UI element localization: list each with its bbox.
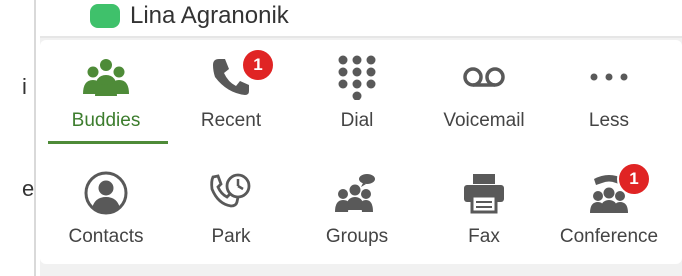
conference-count-badge: 1 xyxy=(617,162,651,196)
tab-label: Contacts xyxy=(68,226,144,247)
tab-park[interactable]: Park xyxy=(171,156,291,262)
tab-label: Fax xyxy=(468,226,500,247)
groups-icon xyxy=(332,170,382,216)
left-pane-edge: i e xyxy=(0,0,40,276)
tab-groups[interactable]: Groups xyxy=(297,156,417,262)
clipped-text-fragment: i xyxy=(22,74,27,99)
tab-label: Groups xyxy=(325,226,389,247)
presence-available-icon xyxy=(90,4,120,28)
voicemail-icon xyxy=(459,54,509,100)
tab-dial[interactable]: Dial xyxy=(297,40,417,146)
tab-fax[interactable]: Fax xyxy=(424,156,544,262)
panel-footer xyxy=(40,266,682,276)
park-icon xyxy=(206,170,256,216)
tab-label: Buddies xyxy=(71,110,141,131)
clipped-text-fragment: e xyxy=(22,176,35,201)
tab-label: Park xyxy=(211,226,251,247)
tab-voicemail[interactable]: Voicemail xyxy=(424,40,544,146)
buddies-icon xyxy=(81,54,131,100)
tab-grid: Buddies 1 Recent Dial Voicemail Less Con… xyxy=(40,40,682,264)
tab-recent[interactable]: 1 Recent xyxy=(171,40,291,146)
app-window: i e Lina Agranonik Buddies 1 Recent Dial… xyxy=(0,0,682,276)
tab-contacts[interactable]: Contacts xyxy=(46,156,166,262)
dialpad-icon xyxy=(332,54,382,100)
tab-label: Voicemail xyxy=(443,110,525,131)
contact-name: Lina Agranonik xyxy=(130,2,289,29)
phone-panel: Lina Agranonik Buddies 1 Recent Dial Voi… xyxy=(40,0,682,276)
fax-icon xyxy=(459,170,509,216)
contact-list-item[interactable]: Lina Agranonik xyxy=(40,0,682,38)
tab-label: Dial xyxy=(340,110,374,131)
more-dots-icon xyxy=(584,54,634,100)
tab-label: Less xyxy=(588,110,630,131)
tab-conference[interactable]: 1 Conference xyxy=(549,156,669,262)
tab-label: Conference xyxy=(559,226,659,247)
tab-buddies[interactable]: Buddies xyxy=(46,40,168,146)
pane-divider[interactable] xyxy=(34,0,36,276)
tab-less[interactable]: Less xyxy=(549,40,669,146)
active-tab-indicator xyxy=(48,141,168,144)
tab-label: Recent xyxy=(200,110,262,131)
contacts-icon xyxy=(81,170,131,216)
recent-count-badge: 1 xyxy=(241,48,275,82)
